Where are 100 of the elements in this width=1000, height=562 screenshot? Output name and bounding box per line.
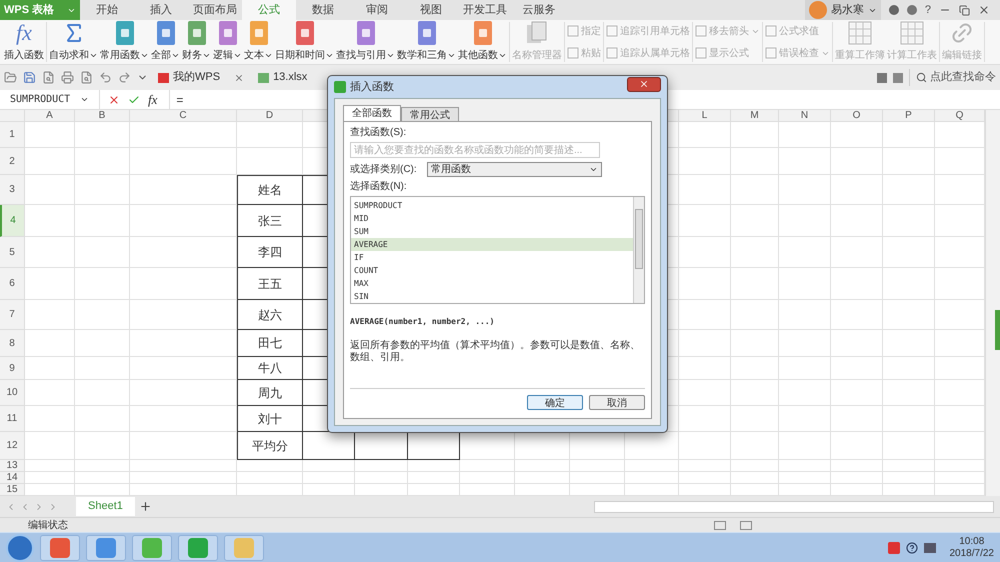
grid-cell[interactable]	[831, 460, 883, 472]
ribbon-button[interactable]: 数学和三角	[396, 21, 457, 63]
grid-cell[interactable]	[883, 205, 935, 237]
grid-cell[interactable]	[25, 406, 75, 432]
grid-cell[interactable]	[75, 148, 130, 175]
grid-cell[interactable]	[883, 237, 935, 268]
grid-cell[interactable]	[779, 406, 831, 432]
grid-cell[interactable]	[130, 122, 237, 148]
grid-cell[interactable]	[779, 357, 831, 380]
ribbon-button[interactable]: 其他函数	[457, 21, 508, 63]
grid-cell[interactable]	[831, 406, 883, 432]
dialog-button[interactable]: 取消	[589, 395, 645, 410]
command-search[interactable]: 点此查找命令	[909, 69, 996, 86]
grid-cell[interactable]	[25, 237, 75, 268]
redo-icon[interactable]	[118, 71, 131, 84]
grid-cell[interactable]	[779, 205, 831, 237]
row-header[interactable]: 13	[0, 460, 25, 472]
grid-cell[interactable]	[303, 472, 355, 484]
grid-cell[interactable]	[679, 175, 731, 205]
column-header[interactable]: N	[779, 110, 831, 121]
row-header[interactable]: 2	[0, 148, 25, 175]
category-select[interactable]: 常用函数	[427, 162, 602, 177]
grid-cell[interactable]	[731, 460, 779, 472]
grid-cell[interactable]	[75, 205, 130, 237]
grid-cell[interactable]	[831, 472, 883, 484]
grid-cell[interactable]	[779, 330, 831, 357]
grid-cell[interactable]	[779, 472, 831, 484]
close-button[interactable]	[627, 76, 661, 92]
row-header[interactable]: 3	[0, 175, 25, 205]
list-scrollbar[interactable]	[633, 197, 644, 303]
grid-cell[interactable]	[779, 122, 831, 148]
grid-cell[interactable]	[237, 472, 303, 484]
grid-cell[interactable]	[731, 268, 779, 300]
page-view-icon[interactable]	[740, 520, 752, 530]
grid-cell[interactable]	[130, 268, 237, 300]
grid-cell[interactable]	[679, 406, 731, 432]
grid-cell[interactable]	[130, 148, 237, 175]
taskbar-app-icon[interactable]	[86, 534, 126, 560]
dialog-tab[interactable]: 全部函数	[343, 105, 401, 121]
grid-cell[interactable]	[831, 268, 883, 300]
grid-cell[interactable]	[130, 205, 237, 237]
grid-cell[interactable]	[460, 460, 515, 472]
clock-time[interactable]: 10:08	[959, 536, 984, 548]
avatar[interactable]	[808, 1, 827, 19]
grid-cell[interactable]	[237, 148, 303, 175]
taskbar-app-icon[interactable]	[132, 534, 172, 560]
grid-cell[interactable]	[883, 357, 935, 380]
grid-cell[interactable]	[460, 472, 515, 484]
table-cell[interactable]: 姓名	[237, 175, 303, 205]
grid-cell[interactable]	[75, 237, 130, 268]
grid-cell[interactable]	[355, 460, 408, 472]
grid-cell[interactable]	[25, 432, 75, 460]
menu-tab[interactable]: 审阅	[350, 0, 404, 20]
grid-cell[interactable]	[75, 300, 130, 330]
grid-cell[interactable]	[679, 472, 731, 484]
grid-cell[interactable]	[75, 330, 130, 357]
menu-tab[interactable]: 开发工具	[458, 0, 512, 20]
grid-cell[interactable]	[831, 205, 883, 237]
grid-cell[interactable]	[25, 205, 75, 237]
row-header[interactable]: 11	[0, 406, 25, 432]
grid-cell[interactable]	[883, 406, 935, 432]
ribbon-button[interactable]: 日期和时间	[274, 21, 335, 63]
row-header[interactable]: 9	[0, 357, 25, 380]
grid-cell[interactable]	[130, 175, 237, 205]
cancel-icon[interactable]	[108, 94, 120, 106]
grid-cell[interactable]	[75, 432, 130, 460]
grid-cell[interactable]	[883, 432, 935, 460]
scrollbar-marker[interactable]	[995, 310, 1000, 350]
grid-cell[interactable]	[779, 268, 831, 300]
document-tab[interactable]: 我的WPS	[154, 66, 248, 88]
skin-icon[interactable]	[888, 5, 899, 15]
table-cell[interactable]: 李四	[237, 237, 303, 268]
table-cell[interactable]: 张三	[237, 205, 303, 237]
grid-cell[interactable]	[75, 460, 130, 472]
function-item[interactable]: MID	[351, 212, 633, 225]
restore-icon[interactable]	[959, 4, 970, 16]
grid-cell[interactable]	[679, 205, 731, 237]
grid-cell[interactable]	[731, 406, 779, 432]
grid-cell[interactable]	[883, 122, 935, 148]
ribbon-button[interactable]: 自动求和	[48, 21, 99, 63]
function-item[interactable]: SUM	[351, 225, 633, 238]
grid-cell[interactable]	[883, 175, 935, 205]
taskbar-app-icon[interactable]	[224, 534, 264, 560]
grid-cell[interactable]	[130, 300, 237, 330]
function-item[interactable]: AVERAGE	[351, 238, 633, 251]
help-icon[interactable]	[906, 542, 918, 554]
print-preview-icon[interactable]	[42, 71, 55, 84]
table-cell[interactable]: 牛八	[237, 357, 303, 380]
grid-cell[interactable]	[883, 148, 935, 175]
grid-cell[interactable]	[731, 380, 779, 406]
grid-cell[interactable]	[679, 268, 731, 300]
insert-function-button[interactable]: fx	[148, 90, 158, 110]
taskbar-app-icon[interactable]	[178, 534, 218, 560]
function-item[interactable]: SIN	[351, 290, 633, 303]
comment-icon[interactable]	[877, 72, 887, 82]
grid-cell[interactable]	[625, 460, 679, 472]
grid-cell[interactable]	[779, 237, 831, 268]
row-header[interactable]: 14	[0, 472, 25, 484]
tray-icon[interactable]	[888, 542, 900, 554]
grid-cell[interactable]	[831, 148, 883, 175]
